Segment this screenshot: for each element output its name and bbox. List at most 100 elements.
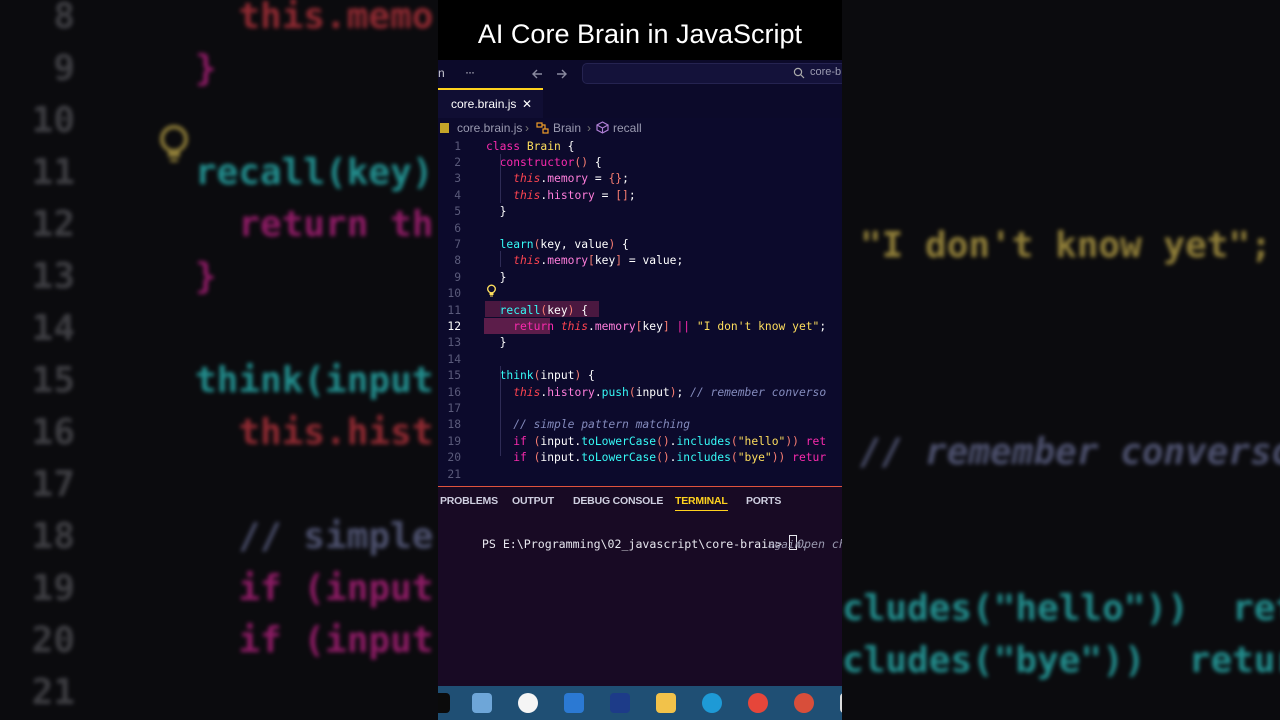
background-line-number: 10 [31, 100, 75, 141]
code-token: think [486, 369, 534, 383]
code-text: this.history = []; [486, 188, 635, 204]
code-line[interactable]: 16 this.history.push(input); // remember… [438, 385, 842, 401]
code-line[interactable]: 3 this.memory = {}; [438, 171, 842, 187]
code-text: if (input.toLowerCase().includes("hello"… [486, 434, 826, 450]
code-line[interactable]: 11 recall(key) { [438, 303, 842, 319]
line-number: 13 [447, 336, 461, 350]
background-code-line: } [195, 48, 217, 89]
background-code-line: recall(key) [195, 152, 434, 193]
background-line-number: 14 [31, 308, 75, 349]
code-token: ( [730, 434, 738, 448]
line-number: 17 [447, 401, 461, 415]
code-line[interactable]: 7 learn(key, value) { [438, 237, 842, 253]
code-line[interactable]: 4 this.history = []; [438, 188, 842, 204]
code-token: key [642, 319, 663, 333]
breadcrumb-class[interactable]: Brain [553, 118, 581, 138]
indent-guide [500, 154, 501, 203]
background-comment: // remember converso [860, 432, 1280, 473]
terminal-prompt: PS E:\Programming\02_javascript\core-bra… [481, 537, 790, 551]
code-token: ) [669, 385, 677, 399]
tab-debug-console[interactable]: DEBUG CONSOLE [573, 495, 663, 507]
background-line-number: 13 [31, 256, 75, 297]
code-token: this [486, 172, 541, 186]
breadcrumb-method[interactable]: recall [613, 118, 642, 138]
forward-arrow-icon[interactable] [555, 67, 569, 81]
chrome-profile-icon[interactable] [794, 693, 814, 713]
code-line[interactable]: 18 // simple pattern matching [438, 417, 842, 433]
security-icon[interactable] [610, 693, 630, 713]
edge-icon[interactable] [702, 693, 722, 713]
code-token: Brain [526, 139, 561, 153]
code-token: key, value [540, 237, 609, 251]
tab-ports[interactable]: PORTS [746, 495, 781, 507]
background-line-number: 20 [31, 620, 75, 661]
pc-icon[interactable] [472, 693, 492, 713]
code-line[interactable]: 12 return this.memory[key] || "I don't k… [438, 319, 842, 335]
code-token: ( [628, 385, 636, 399]
code-token: { [574, 303, 589, 317]
back-arrow-icon[interactable] [530, 67, 544, 81]
close-icon[interactable]: ✕ [522, 90, 532, 118]
code-token: input [635, 385, 670, 399]
code-editor[interactable]: 1 class Brain {2 constructor() {3 this.me… [438, 138, 842, 484]
tab-core-brain-js[interactable]: core.brain.js ✕ [438, 88, 543, 118]
code-text: learn(key, value) { [486, 237, 629, 253]
tab-terminal[interactable]: TERMINAL [675, 495, 728, 511]
code-line[interactable]: 9 } [438, 270, 842, 286]
code-line[interactable]: 1 class Brain { [438, 139, 842, 155]
code-token: () [574, 155, 589, 169]
background-code-line: this.memo [195, 0, 434, 37]
code-line[interactable]: 8 this.memory[key] = value; [438, 253, 842, 269]
code-line[interactable]: 17 [438, 401, 842, 417]
line-number: 20 [447, 451, 461, 465]
command-center-search[interactable]: core-b [582, 63, 842, 84]
code-line[interactable]: 20 if (input.toLowerCase().includes("bye… [438, 450, 842, 466]
code-token: || [669, 319, 697, 333]
code-line[interactable]: 14 [438, 352, 842, 368]
indent-guide [500, 366, 501, 456]
start-icon[interactable] [438, 693, 450, 713]
breadcrumb-file[interactable]: core.brain.js [457, 118, 522, 138]
more-icon[interactable]: ··· [465, 65, 475, 79]
linux-tux-icon[interactable] [518, 693, 538, 713]
code-token: recall [486, 303, 541, 317]
code-line[interactable]: 19 if (input.toLowerCase().includes("hel… [438, 434, 842, 450]
tab-problems[interactable]: PROBLEMS [440, 495, 498, 507]
class-symbol-icon [536, 122, 549, 134]
code-text: return this.memory[key] || "I don't know… [486, 319, 826, 335]
code-text: class Brain { [486, 139, 574, 155]
tab-output[interactable]: OUTPUT [512, 495, 554, 507]
code-text: // simple pattern matching [486, 417, 690, 433]
line-number: 6 [454, 221, 461, 235]
code-text: } [486, 204, 507, 220]
code-token: history [547, 188, 595, 202]
chrome-icon[interactable] [748, 693, 768, 713]
store-icon[interactable] [564, 693, 584, 713]
code-token: key [594, 254, 616, 268]
code-line[interactable]: 13 } [438, 335, 842, 351]
code-text: } [486, 335, 507, 351]
code-line[interactable]: 10 [438, 286, 842, 302]
file-explorer-icon[interactable] [656, 693, 676, 713]
code-line[interactable]: 15 think(input) { [438, 368, 842, 384]
code-token: () [656, 451, 670, 465]
lightbulb-icon [160, 125, 188, 162]
editor-tabs: core.brain.js ✕ [438, 88, 842, 118]
code-line[interactable]: 21 [438, 467, 842, 483]
background-line-number: 12 [31, 204, 75, 245]
code-text: } [486, 270, 507, 286]
code-text: constructor() { [486, 155, 602, 171]
code-line[interactable]: 5 } [438, 204, 842, 220]
code-line[interactable]: 2 constructor() { [438, 155, 842, 171]
code-token: if [486, 451, 534, 465]
vscode-window: n ··· core-b core.brain.js ✕ core.brain.… [438, 60, 842, 720]
line-number: 8 [454, 254, 461, 268]
code-token: {} [608, 172, 623, 186]
code-line[interactable]: 6 [438, 221, 842, 237]
code-token: = [594, 188, 616, 202]
overflow-icon[interactable] [840, 693, 842, 713]
code-text: think(input) { [486, 368, 595, 384]
line-number: 4 [454, 188, 461, 202]
code-token: "I don't know yet" [696, 319, 820, 333]
code-token: push [601, 385, 629, 399]
